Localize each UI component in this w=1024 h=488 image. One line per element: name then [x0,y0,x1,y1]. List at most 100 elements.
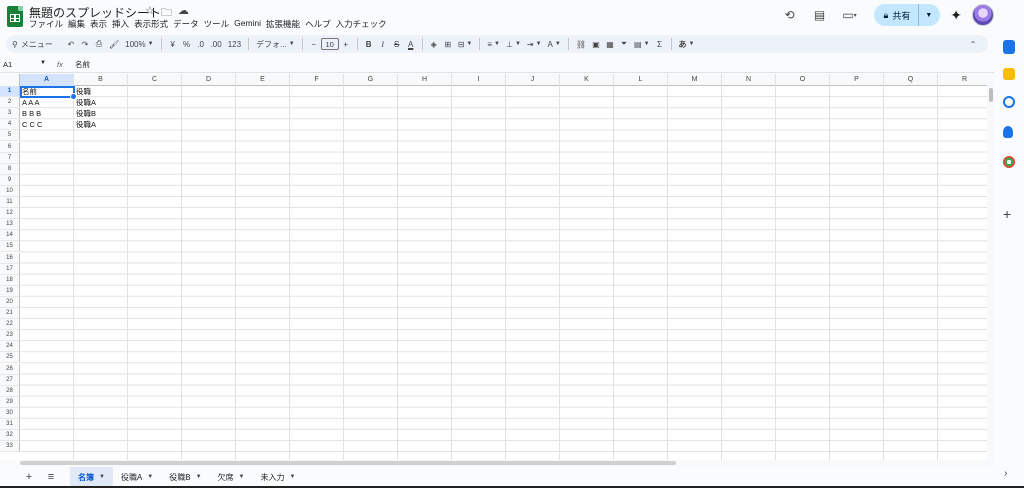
menu-data[interactable]: データ [173,18,204,30]
column-header[interactable]: B [74,74,128,86]
menu-search[interactable]: ⚲ メニュー [6,39,64,50]
avatar[interactable] [972,4,994,26]
row-header[interactable]: 9 [0,174,20,186]
row-header[interactable]: 33 [0,441,20,453]
contacts-icon[interactable] [1003,126,1013,138]
row-header[interactable]: 8 [0,163,20,175]
row-header[interactable]: 27 [0,374,20,386]
font-size-decrease-icon[interactable]: − [307,36,321,52]
get-addons-icon[interactable]: + [1003,206,1011,222]
name-box[interactable]: A1 ▼ [0,60,52,69]
row-header[interactable]: 12 [0,208,20,220]
caret-down-icon[interactable]: ▼ [99,474,105,480]
text-wrap-icon[interactable]: ⇥ ▼ [524,36,545,52]
text-color-button[interactable]: A [404,36,418,52]
row-header[interactable]: 6 [0,141,20,153]
column-header[interactable]: M [668,74,722,86]
cell-a3[interactable]: B B B [20,108,74,119]
caret-down-icon[interactable]: ▼ [147,474,153,480]
menu-extensions[interactable]: 拡張機能 [266,18,305,30]
row-header[interactable]: 26 [0,363,20,375]
row-header[interactable]: 4 [0,119,20,131]
share-dropdown-icon[interactable]: ▼ [919,12,940,19]
cell-b2[interactable]: 役職A [74,97,128,108]
active-cell-selection[interactable] [20,86,77,100]
menu-edit[interactable]: 編集 [68,18,90,30]
column-header[interactable]: C [128,74,182,86]
print-icon[interactable]: ⎙ [92,36,106,52]
expand-panel-icon[interactable]: › [1004,468,1007,479]
column-header[interactable]: J [506,74,560,86]
merge-cells-icon[interactable]: ⊟ ▼ [455,36,476,52]
font-select[interactable]: デフォ... ▼ [253,36,298,52]
scroll-thumb[interactable] [989,88,993,102]
share-button[interactable]: 🔒︎ 共有 ▼ [873,4,941,26]
caret-down-icon[interactable]: ▼ [290,474,296,480]
column-header[interactable]: Q [884,74,938,86]
row-header[interactable]: 10 [0,185,20,197]
column-header[interactable]: L [614,74,668,86]
row-header[interactable]: 13 [0,219,20,231]
row-header[interactable]: 14 [0,230,20,242]
gemini-sparkle-icon[interactable]: ✦ [950,7,962,24]
cell-b1[interactable]: 役職 [74,86,128,97]
keep-icon[interactable] [1003,68,1015,80]
filter-icon[interactable]: ⏷ [617,36,631,52]
caret-down-icon[interactable]: ▼ [239,474,245,480]
row-header[interactable]: 18 [0,274,20,286]
column-header[interactable]: P [830,74,884,86]
all-sheets-icon[interactable]: ≡ [40,471,62,483]
row-header[interactable]: 15 [0,241,20,253]
number-format-button[interactable]: 123 [225,36,244,52]
add-sheet-icon[interactable]: + [18,471,40,483]
column-header[interactable]: N [722,74,776,86]
menu-gemini[interactable]: Gemini [234,18,266,30]
borders-icon[interactable]: ⊞ [441,36,455,52]
sheet-tab[interactable]: 名簿 ▼ [70,467,113,487]
column-header[interactable]: O [776,74,830,86]
meet-icon[interactable]: ▭ ▾ [840,5,860,25]
share-main[interactable]: 🔒︎ 共有 [874,4,920,26]
cell-b4[interactable]: 役職A [74,119,128,130]
row-header[interactable]: 3 [0,108,20,120]
row-header[interactable]: 30 [0,407,20,419]
row-header[interactable]: 23 [0,330,20,342]
bold-button[interactable]: B [362,36,376,52]
row-header[interactable]: 31 [0,419,20,431]
undo-icon[interactable]: ↶ [64,36,78,52]
menu-help[interactable]: ヘルプ [305,18,336,30]
sheet-tab[interactable]: 欠席 ▼ [210,467,253,487]
align-horizontal-icon[interactable]: ≡ ▼ [484,36,503,52]
row-header[interactable]: 22 [0,319,20,331]
decrease-decimal-button[interactable]: .0 [194,36,208,52]
formula-input[interactable]: 名前 [75,59,90,70]
select-all-corner[interactable] [0,74,20,86]
cell-a2[interactable]: A A A [20,97,74,108]
row-header[interactable]: 16 [0,252,20,264]
filter-views-icon[interactable]: ▤ ▼ [631,36,653,52]
increase-decimal-button[interactable]: .00 [208,36,225,52]
column-header[interactable]: H [398,74,452,86]
sheet-tab[interactable]: 役職B ▼ [161,467,209,487]
column-header[interactable]: D [182,74,236,86]
paint-format-icon[interactable]: 🖌︎ [106,36,122,52]
menu-input-check[interactable]: 入力チェック [336,18,392,30]
cell-a4[interactable]: C C C [20,119,74,130]
cell-grid[interactable]: 名前 役職 A A A 役職A B B B 役職B C C C 役職A [20,86,987,460]
row-header[interactable]: 5 [0,130,20,142]
menu-insert[interactable]: 挿入 [112,18,134,30]
row-header[interactable]: 11 [0,197,20,209]
column-header[interactable]: F [290,74,344,86]
tasks-icon[interactable] [1003,96,1015,108]
insert-chart-icon[interactable]: ▦ [603,36,617,52]
column-header[interactable]: I [452,74,506,86]
menu-format[interactable]: 表示形式 [134,18,173,30]
redo-icon[interactable]: ↷ [78,36,92,52]
row-header[interactable]: 29 [0,396,20,408]
row-header[interactable]: 17 [0,263,20,275]
scroll-thumb[interactable] [20,461,676,465]
maps-icon[interactable] [1003,156,1015,168]
align-vertical-icon[interactable]: ⊥ ▼ [503,36,524,52]
row-header[interactable]: 25 [0,352,20,364]
italic-button[interactable]: I [376,36,390,52]
